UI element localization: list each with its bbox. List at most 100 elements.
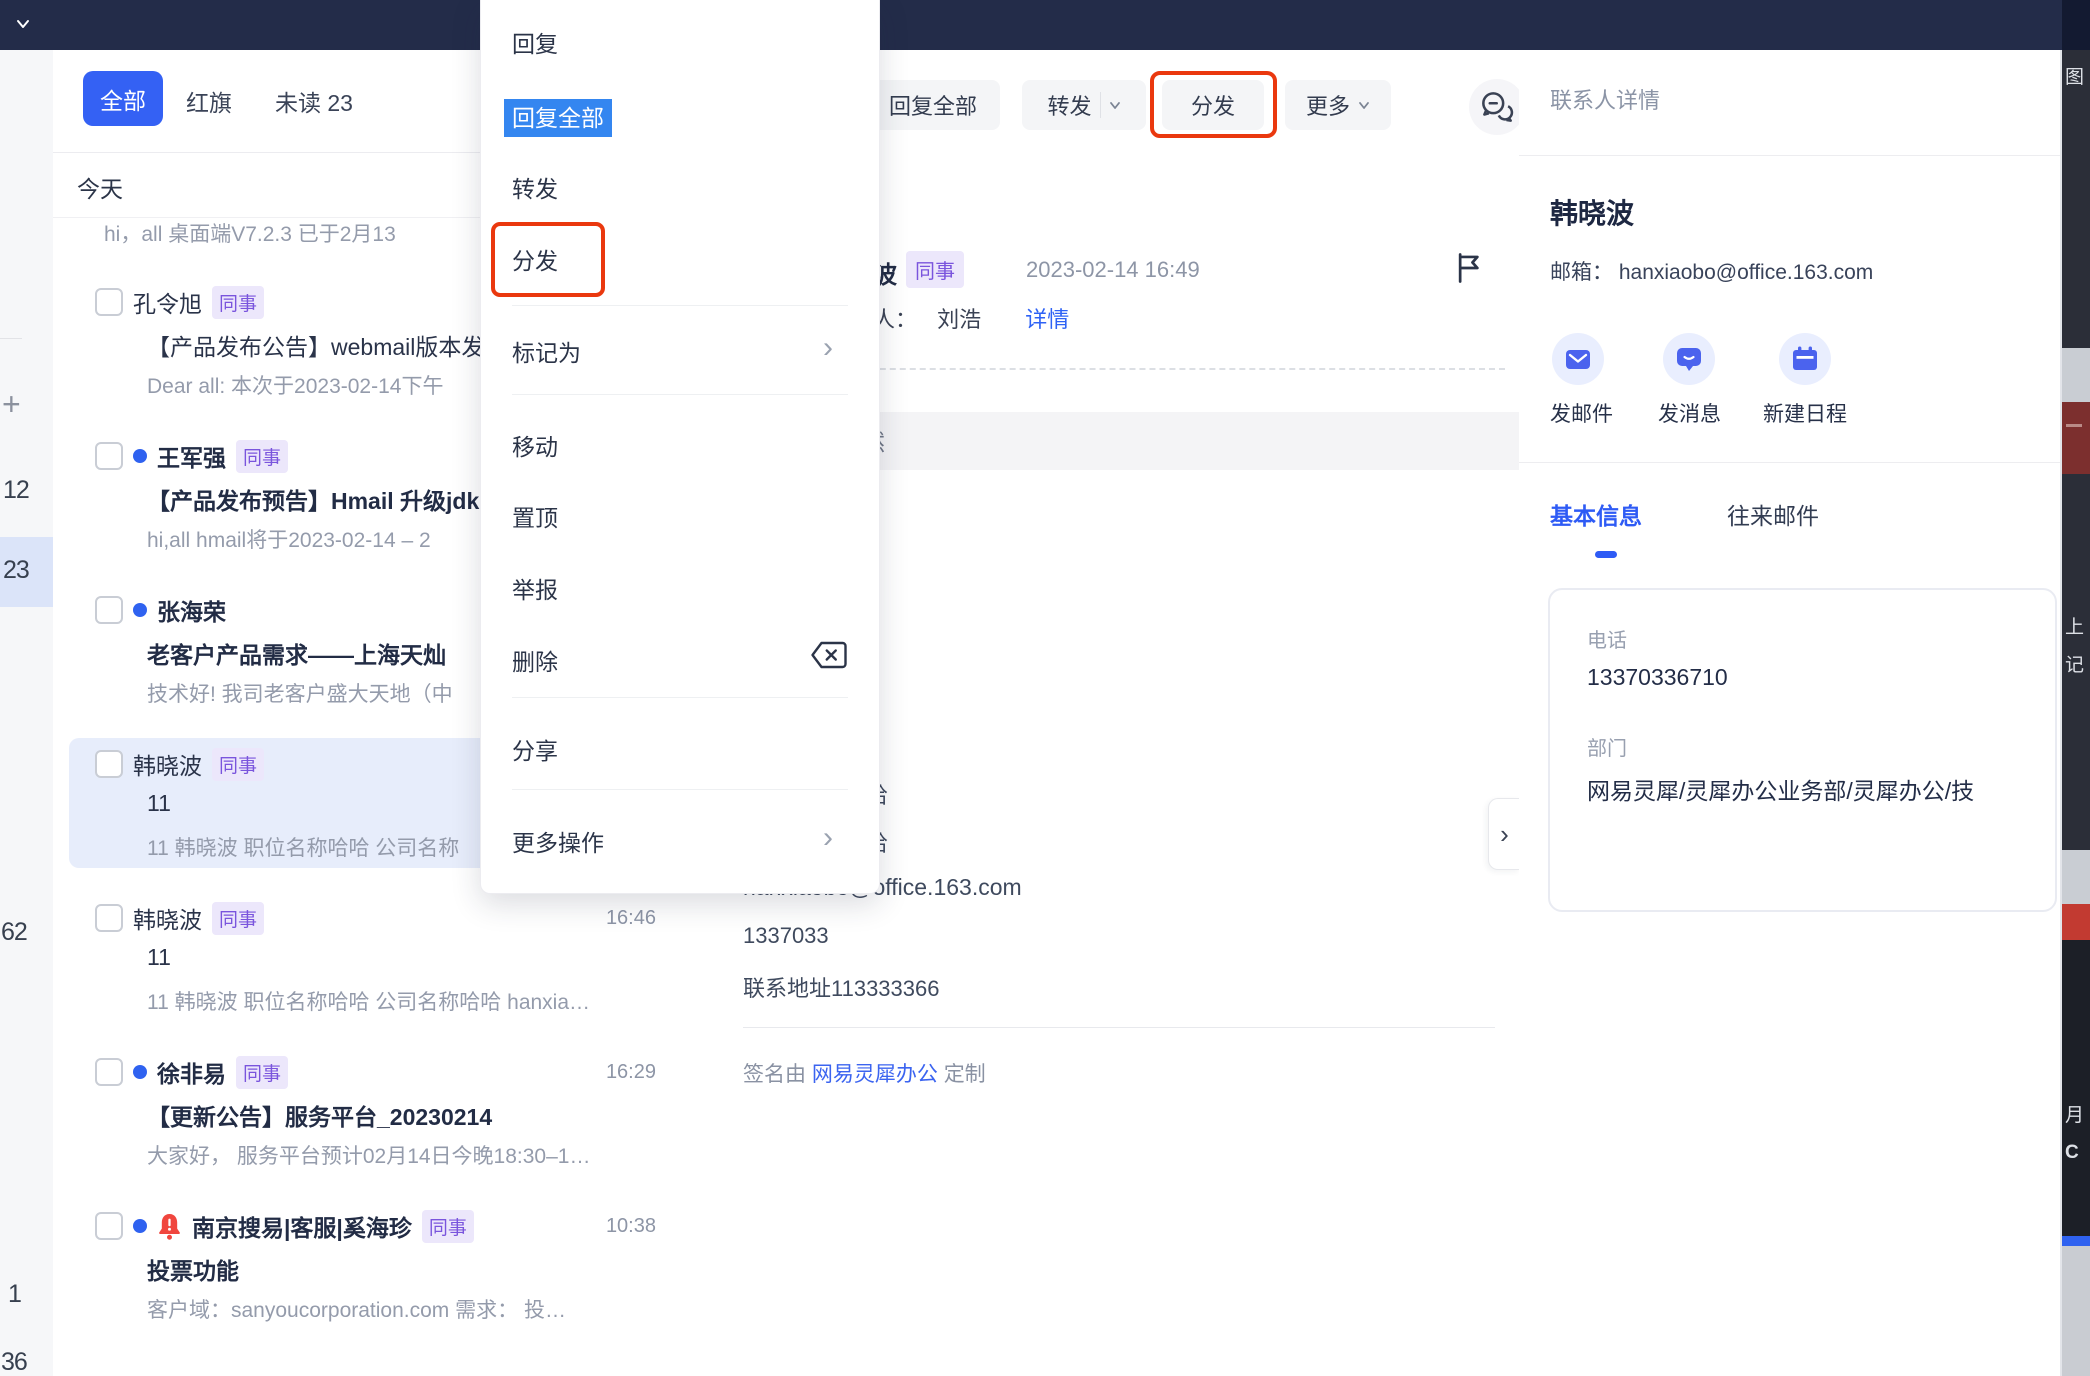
checkbox[interactable] [95,904,123,932]
session-chat-button[interactable] [1469,79,1525,135]
unread-dot-icon [133,449,147,463]
background-window-sliver: 图 上 记 月 C [2062,0,2090,1376]
list-item[interactable]: 韩晓波 同事 16:46 11 11 韩晓波 职位名称哈哈 公司名称哈哈 han… [53,896,700,1028]
new-schedule-label: 新建日程 [1763,403,1847,426]
annotation-red-box [491,222,605,297]
send-mail-label: 发邮件 [1550,403,1613,426]
flag-icon[interactable] [1455,252,1485,284]
menu-item-more-actions[interactable]: 更多操作 [512,824,604,858]
collapse-chevron-icon[interactable] [16,17,30,31]
tab-mail-history[interactable]: 往来邮件 [1727,497,1819,531]
mail-icon [1566,350,1590,369]
list-item-preview-fragment[interactable]: hi，all 桌面端V7.2.3 已于2月13 [104,218,396,248]
more-button[interactable]: 更多 [1285,80,1391,130]
tab-flag[interactable]: 红旗 [186,84,232,118]
sliver-block [2062,1236,2090,1246]
add-folder-icon[interactable]: + [2,388,30,420]
divider [1099,92,1101,118]
menu-item-delete[interactable]: 删除 [512,643,558,677]
email-label: 邮箱： [1550,261,1613,284]
menu-item-mark-as[interactable]: 标记为 [512,334,581,368]
colleague-badge: 同事 [421,1209,474,1243]
brand-link[interactable]: 网易灵犀办公 [812,1063,938,1086]
menu-item-move[interactable]: 移动 [512,428,558,462]
checkbox[interactable] [95,1212,123,1240]
colleague-badge: 同事 [212,901,265,935]
folder-unread-count[interactable]: 1 [8,1280,22,1309]
sliver-glyph: 图 [2065,67,2085,88]
tab-basic-info[interactable]: 基本信息 [1550,497,1642,531]
folder-unread-count[interactable]: 36 [1,1348,28,1376]
menu-item-pin[interactable]: 置顶 [512,499,558,533]
colleague-badge: 同事 [212,285,265,319]
list-item[interactable]: 南京搜易|客服|奚海珍 同事 10:38 投票功能 客户域：sanyoucorp… [53,1204,700,1336]
dept-label: 部门 [1587,738,1627,760]
mail-preview: Dear all: 本次于2023-02-14下午 [147,375,444,398]
sender-name: 韩晓波 [133,753,202,779]
message-icon [1677,348,1701,371]
folder-unread-count[interactable]: 23 [3,556,30,585]
send-mail-button[interactable] [1552,333,1604,385]
reply-all-button[interactable]: 回复全部 [866,80,1000,130]
send-message-button[interactable] [1663,333,1715,385]
phone-value[interactable]: 13370336710 [1587,664,1728,691]
checkbox[interactable] [95,596,123,624]
chevron-right-icon: › [823,331,833,364]
checkbox[interactable] [95,288,123,316]
tab-all[interactable]: 全部 [83,71,163,126]
checkbox[interactable] [95,750,123,778]
sliver-block [2062,0,2090,50]
sliver-block [2062,940,2090,1236]
sender-name: 徐非易 [157,1061,226,1087]
sender-name: 南京搜易|客服|奚海珍 [192,1215,412,1241]
more-label: 更多 [1305,94,1350,119]
colleague-badge: 同事 [236,439,289,473]
mail-preview: 技术好! 我司老客户盛大天地（中 [147,683,453,706]
menu-item-reply[interactable]: 回复 [512,25,558,59]
new-schedule-button[interactable] [1779,333,1831,385]
sliver-block [2062,1246,2090,1376]
menu-item-report[interactable]: 举报 [512,571,558,605]
sender-name: 王军强 [157,445,226,471]
menu-item-forward[interactable]: 转发 [512,170,558,204]
signature-footer-suffix: 定制 [943,1063,986,1086]
folder-unread-count[interactable]: 62 [1,918,28,947]
app-window: + 12 23 62 1 36 全部 红旗 未读 23 今天 hi，all 桌面… [0,0,2090,1376]
recipient-name[interactable]: 刘浩 [937,307,981,332]
mail-subject: 投票功能 [147,1258,239,1284]
contact-email-row: 邮箱： hanxiaobo@office.163.com [1550,256,1873,286]
menu-item-share[interactable]: 分享 [512,732,558,766]
chevron-down-icon[interactable] [1109,99,1121,111]
dept-value: 网易灵犀/灵犀办公业务部/灵犀办公/技 [1587,778,1975,804]
menu-divider [512,305,848,306]
divider [743,1027,1495,1028]
folder-rail: + 12 23 62 1 36 [0,50,54,1376]
mail-datetime: 2023-02-14 16:49 [1026,257,1200,282]
sliver-block [2062,348,2090,402]
tab-unread[interactable]: 未读 23 [275,84,353,118]
divider [1519,155,2060,156]
sender-name: 张海荣 [157,599,226,625]
details-link[interactable]: 详情 [1025,307,1069,332]
highlighted-text: 回复全部 [504,99,612,137]
recipient-row: 人： 刘浩 详情 [873,302,1069,334]
chevron-right-icon: › [1500,818,1509,849]
checkbox[interactable] [95,442,123,470]
expand-panel-button[interactable]: › [1488,798,1520,870]
basic-info-card: 电话 13370336710 部门 网易灵犀/灵犀办公业务部/灵犀办公/技 [1548,588,2057,912]
checkbox[interactable] [95,1058,123,1086]
mail-preview: 11 韩晓波 职位名称哈哈 公司名称哈哈 hanxia… [147,991,591,1014]
chevron-down-icon[interactable] [1358,99,1370,111]
date-header: 今天 [77,176,123,202]
menu-item-reply-all[interactable]: 回复全部 [504,99,612,137]
mail-subject: 【产品发布公告】webmail版本发 [147,334,485,360]
mail-preview: 11 韩晓波 职位名称哈哈 公司名称 [147,837,460,860]
alert-bell-icon [159,1213,180,1240]
forward-button[interactable]: 转发 [1022,80,1146,130]
folder-unread-count[interactable]: 12 [3,476,30,505]
list-item[interactable]: 徐非易 同事 16:29 【更新公告】服务平台_20230214 大家好， 服务… [53,1050,700,1182]
sender-name: 韩晓波 [133,907,202,933]
email-value[interactable]: hanxiaobo@office.163.com [1619,261,1873,284]
phone-label: 电话 [1587,630,1627,652]
mail-preview: 客户域：sanyoucorporation.com 需求： 投… [147,1299,566,1322]
